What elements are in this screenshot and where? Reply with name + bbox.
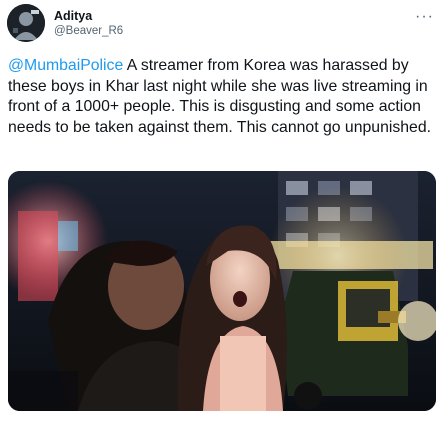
tweet-media-image[interactable]: [8, 171, 436, 411]
display-name[interactable]: Aditya: [54, 9, 92, 23]
video-still: [8, 171, 436, 411]
tweet-card: Aditya @Beaver_R6 ··· @MumbaiPolice A st…: [0, 0, 448, 422]
user-avatar[interactable]: [7, 4, 45, 42]
avatar-image: [7, 4, 45, 42]
mention-link[interactable]: @MumbaiPolice: [8, 57, 123, 74]
more-dots-icon[interactable]: ···: [415, 8, 434, 26]
user-handle[interactable]: @Beaver_R6: [54, 25, 123, 37]
tweet-text: @MumbaiPolice A streamer from Korea was …: [8, 56, 440, 138]
